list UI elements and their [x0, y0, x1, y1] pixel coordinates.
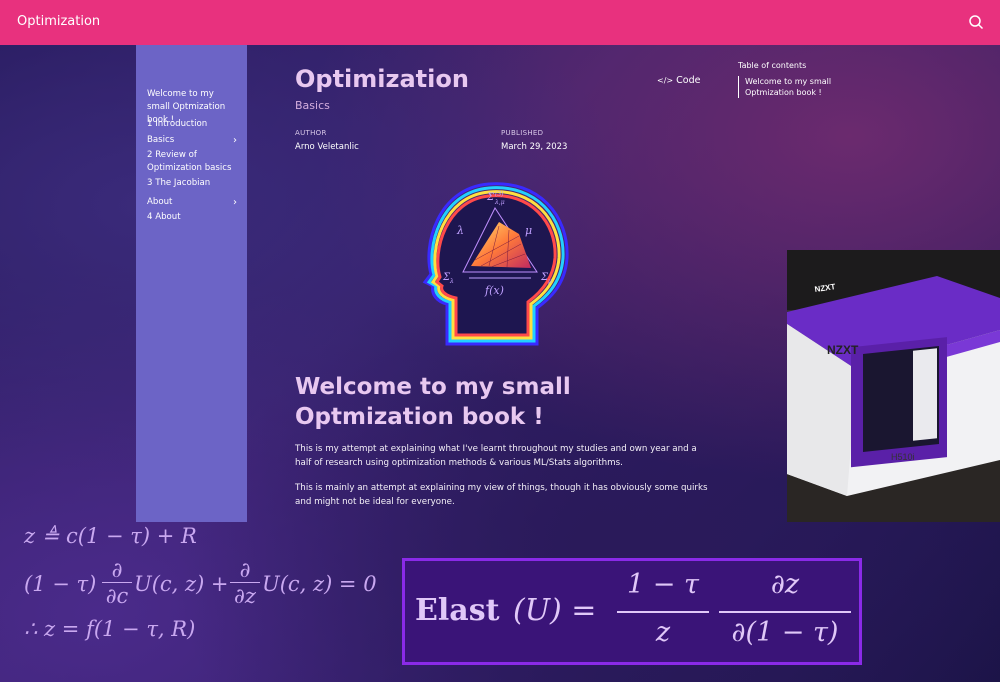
- author-label: AUTHOR: [295, 129, 327, 137]
- published-date: March 29, 2023: [501, 142, 568, 152]
- sidebar: Welcome to my small Optmization book ! 1…: [136, 45, 247, 522]
- page-title: Optimization: [295, 65, 469, 93]
- author-name: Arno Veletanlic: [295, 142, 359, 152]
- eq2-frac1-den: ∂c: [105, 584, 129, 608]
- equation-2: (1 − τ) ∂ ∂c U(c, z) + ∂ ∂z U(c, z) = 0: [24, 558, 394, 610]
- page-subtitle: Basics: [295, 99, 330, 112]
- fraction-bar: [230, 582, 260, 583]
- sidebar-section-about[interactable]: About ›: [147, 196, 239, 209]
- nzxt-box-image: NZXT NZXT H510i: [787, 250, 1000, 522]
- sigma-top-sub: λ,μ: [494, 199, 505, 206]
- toc-label: Table of contents: [738, 61, 807, 70]
- welcome-heading: Welcome to my small Optmization book !: [295, 374, 571, 430]
- search-icon[interactable]: [968, 14, 984, 30]
- sidebar-item-jacobian[interactable]: 3 The Jacobian: [147, 177, 239, 190]
- intro-paragraph: This is my attempt at explaining what I'…: [295, 444, 697, 468]
- nzxt-box-photo: NZXT NZXT H510i: [787, 250, 1000, 522]
- toc-entry-welcome[interactable]: Welcome to my small Optmization book !: [738, 76, 837, 98]
- chevron-right-icon[interactable]: ›: [233, 196, 237, 209]
- sidebar-section-basics[interactable]: Basics ›: [147, 134, 239, 147]
- eq2-mid: U(c, z) +: [134, 572, 229, 596]
- frac2-den: ∂(1 − τ): [731, 617, 839, 648]
- lambda-label: λ: [456, 224, 464, 237]
- intro-paragraph-2: This is mainly an attempt at explaining …: [295, 483, 708, 507]
- sidebar-item-about[interactable]: 4 About: [147, 211, 239, 224]
- sigma-top-label: Σ: [486, 192, 495, 203]
- elast-word: Elast: [415, 593, 500, 628]
- site-title[interactable]: Optimization: [17, 14, 100, 29]
- eq2-frac2-num: ∂: [239, 558, 251, 582]
- chevron-right-icon[interactable]: ›: [233, 134, 237, 147]
- sidebar-section-label: About: [147, 197, 173, 207]
- photo-model: H510i: [891, 452, 915, 462]
- photo-brand: NZXT: [827, 343, 859, 357]
- frac2-num: ∂z: [770, 569, 800, 600]
- frac1-num: 1 − τ: [627, 569, 699, 600]
- code-button[interactable]: </> Code: [657, 75, 700, 86]
- code-icon: </>: [657, 76, 674, 85]
- sidebar-item-review[interactable]: 2 Review of Optimization basics: [147, 149, 239, 175]
- equation-1: z ≜ c(1 − τ) + R: [24, 524, 197, 548]
- equation-3: ∴ z = f(1 − τ, R): [24, 617, 196, 641]
- frac1-den: z: [655, 617, 671, 648]
- eq2-frac2-den: ∂z: [234, 584, 256, 608]
- eq2-prefix: (1 − τ): [24, 572, 97, 596]
- elast-arg: (U) =: [513, 593, 597, 628]
- elasticity-formula-box: Elast (U) = 1 − τ z ∂z ∂(1 − τ): [402, 558, 862, 665]
- sigma-right-sub: μ: [548, 278, 552, 285]
- fraction-bar: [102, 582, 132, 583]
- top-navbar: Optimization: [0, 0, 1000, 45]
- eq2-frac1-num: ∂: [111, 558, 123, 582]
- eq2-suffix: U(c, z) = 0: [262, 572, 377, 596]
- sigma-top-sup: (3): [495, 191, 504, 198]
- fx-label: f(x): [484, 284, 504, 297]
- fraction-bar: [617, 611, 709, 613]
- published-label: PUBLISHED: [501, 129, 544, 137]
- fraction-bar: [719, 611, 851, 613]
- code-label: Code: [676, 75, 701, 86]
- sigma-left-sub: λ: [449, 278, 454, 285]
- sidebar-item-introduction[interactable]: 1 Introduction: [147, 118, 239, 131]
- book-logo: Σ (3) λ,μ λ μ Σ λ Σ μ f(x): [422, 182, 569, 346]
- sidebar-section-label: Basics: [147, 135, 175, 145]
- main-content: Optimization Basics </> Code AUTHOR Arno…: [247, 45, 787, 522]
- mu-label: μ: [525, 224, 532, 237]
